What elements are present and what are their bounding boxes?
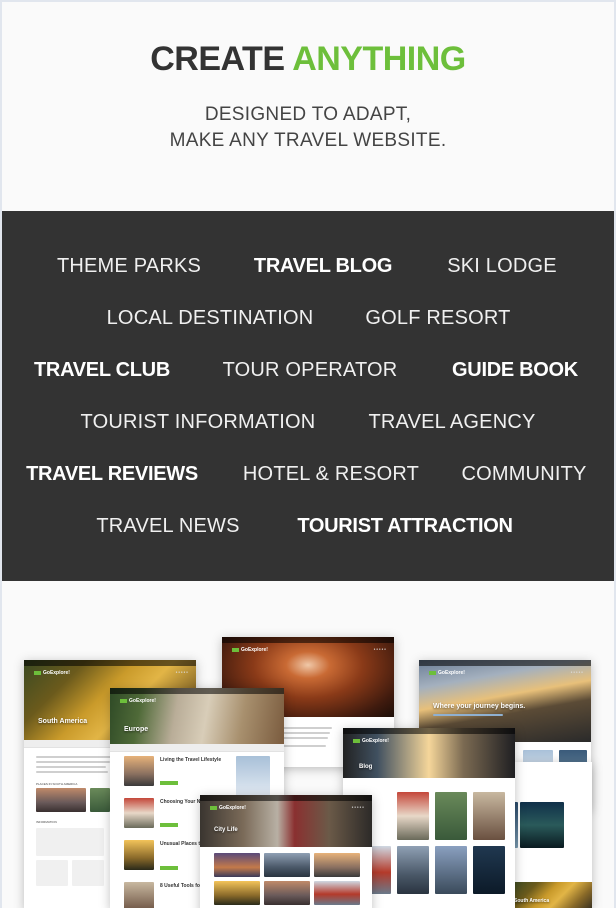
brand-logo: GoExplore! <box>210 805 246 811</box>
blog-heading: Blog <box>359 764 373 770</box>
brand-logo: GoExplore! <box>120 698 156 704</box>
hero-subtitle-line-2: MAKE ANY TRAVEL WEBSITE. <box>169 130 447 151</box>
tag-local-destination: LOCAL DESTINATION <box>106 307 314 329</box>
blog-hero-image <box>343 728 515 778</box>
south-america-footer-heading: South America <box>514 898 550 904</box>
places-section-label: PLACES IN SOUTH AMERICA <box>36 782 78 786</box>
city-life-heading: City Life <box>214 827 238 833</box>
tag-guide-book: GUIDE BOOK <box>452 359 578 381</box>
hero-title-accent: ANYTHING <box>292 40 466 78</box>
tag-community: COMMUNITY <box>461 463 587 485</box>
city-life-hero-image <box>200 795 372 847</box>
brand-logo: GoExplore! <box>429 670 465 676</box>
hero-subtitle: DESIGNED TO ADAPT, MAKE ANY TRAVEL WEBSI… <box>0 102 616 154</box>
tag-travel-blog: TRAVEL BLOG <box>253 255 393 277</box>
europe-heading: Europe <box>124 726 149 733</box>
hero-title-main: CREATE <box>150 40 285 78</box>
journey-heading: Where your journey begins. <box>433 703 526 710</box>
hero-section: CREATE ANYTHING DESIGNED TO ADAPT, MAKE … <box>0 0 616 211</box>
tag-travel-news: TRAVEL NEWS <box>96 515 240 537</box>
tag-hotel-resort: HOTEL & RESORT <box>242 463 420 485</box>
website-types-tag-cloud: THEME PARKS TRAVEL BLOG SKI LODGE LOCAL … <box>0 211 616 581</box>
tag-ski-lodge: SKI LODGE <box>447 255 557 277</box>
tag-travel-club: TRAVEL CLUB <box>34 359 170 381</box>
tag-golf-resort: GOLF RESORT <box>365 307 511 329</box>
brand-logo: GoExplore! <box>232 647 268 653</box>
south-america-heading: South America <box>38 718 88 725</box>
nav-icons: ● ● ● ● ● <box>373 647 386 651</box>
europe-hero-image <box>110 688 284 744</box>
mockup-city-life: GoExplore! ● ● ● ● ● City Life <box>200 795 372 908</box>
theme-mockups-collage: GoExplore! ● ● ● ● ● GoExplore! ● ● ● ● … <box>0 581 616 908</box>
post-title: Living the Travel Lifestyle <box>160 757 222 763</box>
mockup-destinations: South America <box>512 762 592 908</box>
hero-title: CREATE ANYTHING <box>0 40 616 79</box>
tag-travel-agency: TRAVEL AGENCY <box>368 411 536 433</box>
information-section-label: INFORMATION <box>36 820 57 824</box>
tag-theme-parks: THEME PARKS <box>56 255 202 277</box>
brand-logo: GoExplore! <box>34 670 70 676</box>
tag-tourist-information: TOURIST INFORMATION <box>80 411 316 433</box>
tag-travel-reviews: TRAVEL REVIEWS <box>26 463 198 485</box>
tag-tourist-attraction: TOURIST ATTRACTION <box>297 515 513 537</box>
tag-tour-operator: TOUR OPERATOR <box>222 359 398 381</box>
hero-subtitle-line-1: DESIGNED TO ADAPT, <box>204 104 412 125</box>
brand-logo: GoExplore! <box>353 738 389 744</box>
